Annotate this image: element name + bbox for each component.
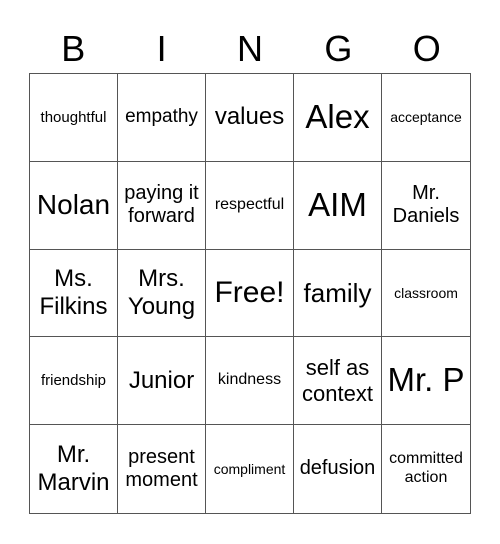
bingo-cell[interactable]: present moment [118,425,206,513]
header-letter-o: O [412,28,441,69]
bingo-cell[interactable]: defusion [294,425,382,513]
bingo-cell[interactable]: Mr. P [382,337,470,426]
bingo-cell[interactable]: Mr. Daniels [382,162,470,250]
bingo-cell[interactable]: friendship [30,337,118,426]
bingo-cell[interactable]: compliment [206,425,294,513]
bingo-cell[interactable]: Alex [294,74,382,162]
bingo-cell[interactable]: Nolan [30,161,118,250]
bingo-cell[interactable]: respectful [206,161,294,250]
bingo-card-grid: thoughtful empathy values Alex acceptanc… [29,73,471,514]
bingo-header: B I N G O [29,26,471,74]
bingo-cell[interactable]: Mr. Marvin [30,425,118,513]
bingo-cell[interactable]: Junior [118,337,206,426]
bingo-cell[interactable]: family [294,249,382,338]
free-space-cell[interactable]: Free! [206,249,294,338]
bingo-cell[interactable]: thoughtful [30,74,118,162]
bingo-cell[interactable]: kindness [206,337,294,426]
bingo-cell[interactable]: Mrs. Young [118,249,206,338]
header-letter-g: G [324,28,353,69]
bingo-cell[interactable]: empathy [118,74,206,162]
bingo-cell[interactable]: paying it forward [118,161,206,250]
bingo-cell[interactable]: AIM [294,161,382,250]
header-letter-b: B [61,28,86,69]
bingo-cell[interactable]: self as context [294,337,382,426]
bingo-cell[interactable]: acceptance [382,74,470,162]
bingo-cell[interactable]: values [206,74,294,162]
bingo-cell[interactable]: Ms. Filkins [30,249,118,338]
bingo-cell[interactable]: committed action [382,425,470,513]
header-letter-n: N [236,28,263,69]
bingo-cell[interactable]: classroom [382,250,470,338]
header-letter-i: I [156,28,167,69]
